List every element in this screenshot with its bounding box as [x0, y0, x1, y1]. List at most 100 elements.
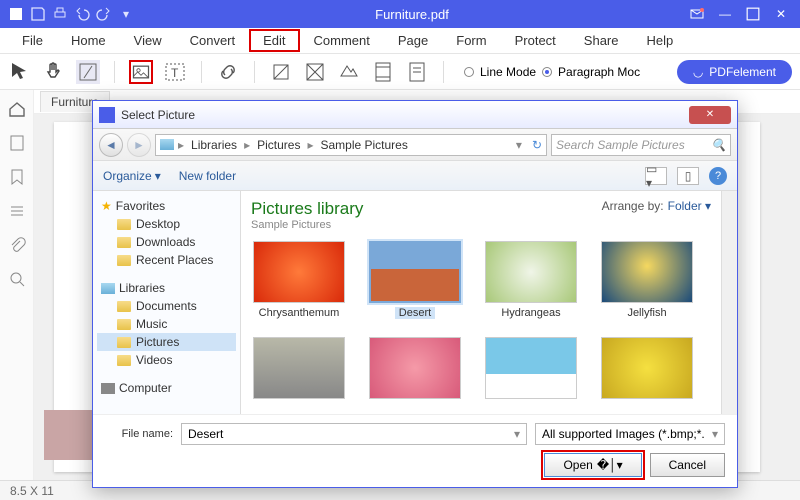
- preview-pane-button[interactable]: ▯: [677, 167, 699, 185]
- tree-favorites[interactable]: ★Favorites: [97, 197, 236, 215]
- close-icon[interactable]: ✕: [774, 7, 788, 21]
- thumb-jellyfish[interactable]: Jellyfish: [601, 241, 693, 319]
- menu-file[interactable]: File: [8, 29, 57, 52]
- tree-recent[interactable]: Recent Places: [97, 251, 236, 269]
- open-button[interactable]: Open�│▾: [544, 453, 641, 477]
- add-text-icon[interactable]: T: [163, 60, 187, 84]
- thumb-partial-1[interactable]: [253, 337, 345, 399]
- save-icon[interactable]: [30, 6, 46, 22]
- tree-pictures[interactable]: Pictures: [97, 333, 236, 351]
- menu-page[interactable]: Page: [384, 29, 442, 52]
- undo-icon[interactable]: [74, 6, 90, 22]
- dialog-icon: [99, 107, 115, 123]
- filename-label: File name:: [105, 428, 173, 440]
- dialog-close-button[interactable]: ✕: [689, 106, 731, 124]
- menu-help[interactable]: Help: [633, 29, 688, 52]
- dialog-toolbar: Organize ▾ New folder ▭ ▾ ▯ ?: [93, 161, 737, 191]
- menu-share[interactable]: Share: [570, 29, 633, 52]
- dialog-navbar: ◄ ► ▸ Libraries ▸ Pictures ▸ Sample Pict…: [93, 129, 737, 161]
- tree-computer[interactable]: Computer: [97, 379, 236, 397]
- tree-documents[interactable]: Documents: [97, 297, 236, 315]
- menu-home[interactable]: Home: [57, 29, 120, 52]
- redo-icon[interactable]: [96, 6, 112, 22]
- search-icon: 🔍: [711, 138, 726, 152]
- view-mode-button[interactable]: ▭ ▾: [645, 167, 667, 185]
- crop-icon[interactable]: [269, 60, 293, 84]
- tree-music[interactable]: Music: [97, 315, 236, 333]
- library-subtitle: Sample Pictures: [251, 219, 363, 231]
- logo-icon: [8, 6, 24, 22]
- search-input[interactable]: Search Sample Pictures 🔍: [551, 134, 731, 156]
- sidebar-rail: [0, 90, 34, 480]
- maximize-icon[interactable]: [746, 7, 760, 21]
- hand-icon[interactable]: [42, 60, 66, 84]
- thumbnails-icon[interactable]: [8, 134, 26, 152]
- select-picture-dialog: Select Picture ✕ ◄ ► ▸ Libraries ▸ Pictu…: [92, 100, 738, 488]
- new-folder-button[interactable]: New folder: [179, 169, 236, 183]
- line-mode-label: Line Mode: [480, 65, 536, 79]
- thumb-partial-2[interactable]: [369, 337, 461, 399]
- refresh-icon[interactable]: ↻: [532, 138, 542, 152]
- user-icon: ◡: [693, 65, 703, 79]
- thumb-desert[interactable]: Desert: [369, 241, 461, 319]
- tree-desktop[interactable]: Desktop: [97, 215, 236, 233]
- separator: [201, 61, 202, 83]
- arrange-by[interactable]: Arrange by: Folder ▾: [602, 199, 711, 213]
- edit-object-icon[interactable]: [76, 60, 100, 84]
- brand-button[interactable]: ◡ PDFelement: [677, 60, 792, 84]
- nav-back-button[interactable]: ◄: [99, 133, 123, 157]
- menu-convert[interactable]: Convert: [176, 29, 250, 52]
- svg-text:T: T: [171, 66, 179, 80]
- menu-comment[interactable]: Comment: [300, 29, 384, 52]
- separator: [443, 61, 444, 83]
- file-list: Pictures library Sample Pictures Arrange…: [241, 191, 721, 414]
- menu-form[interactable]: Form: [442, 29, 500, 52]
- paragraph-mode-radio[interactable]: [542, 67, 552, 77]
- crumb-pictures[interactable]: Pictures: [254, 138, 303, 152]
- thumb-partial-3[interactable]: [485, 337, 577, 399]
- edit-toolbar: T Line Mode Paragraph Moc ◡ PDFelement: [0, 54, 800, 90]
- thumb-partial-4[interactable]: [601, 337, 693, 399]
- add-image-icon[interactable]: [129, 60, 153, 84]
- document-title: Furniture.pdf: [134, 7, 690, 22]
- attachment-icon[interactable]: [8, 236, 26, 254]
- thumb-chrysanthemum[interactable]: Chrysanthemum: [253, 241, 345, 319]
- menu-edit[interactable]: Edit: [249, 29, 299, 52]
- mail-icon[interactable]: [690, 7, 704, 21]
- organize-button[interactable]: Organize ▾: [103, 169, 161, 183]
- search-icon[interactable]: [8, 270, 26, 288]
- scrollbar[interactable]: [721, 191, 737, 414]
- menubar: File Home View Convert Edit Comment Page…: [0, 28, 800, 54]
- menu-view[interactable]: View: [120, 29, 176, 52]
- library-icon: [160, 139, 174, 150]
- breadcrumb[interactable]: ▸ Libraries ▸ Pictures ▸ Sample Pictures…: [155, 134, 547, 156]
- library-title: Pictures library: [251, 199, 363, 219]
- filename-input[interactable]: Desert▾: [181, 423, 527, 445]
- home-icon[interactable]: [8, 100, 26, 118]
- watermark-icon[interactable]: [303, 60, 327, 84]
- bookmark-icon[interactable]: [8, 168, 26, 186]
- line-mode-radio[interactable]: [464, 67, 474, 77]
- tree-videos[interactable]: Videos: [97, 351, 236, 369]
- crumb-libraries[interactable]: Libraries: [188, 138, 240, 152]
- background-icon[interactable]: [337, 60, 361, 84]
- header-footer-icon[interactable]: [371, 60, 395, 84]
- crumb-sample[interactable]: Sample Pictures: [317, 138, 410, 152]
- chevron-down-icon[interactable]: ▾: [118, 6, 134, 22]
- dialog-titlebar: Select Picture ✕: [93, 101, 737, 129]
- help-icon[interactable]: ?: [709, 167, 727, 185]
- minimize-icon[interactable]: —: [718, 7, 732, 21]
- cancel-button[interactable]: Cancel: [650, 453, 725, 477]
- filetype-filter[interactable]: All supported Images (*.bmp;*.▾: [535, 423, 725, 445]
- nav-forward-button[interactable]: ►: [127, 133, 151, 157]
- page-dimensions: 8.5 X 11: [10, 484, 54, 498]
- menu-protect[interactable]: Protect: [501, 29, 570, 52]
- layers-icon[interactable]: [8, 202, 26, 220]
- tree-libraries[interactable]: Libraries: [97, 279, 236, 297]
- select-icon[interactable]: [8, 60, 32, 84]
- tree-downloads[interactable]: Downloads: [97, 233, 236, 251]
- thumb-hydrangeas[interactable]: Hydrangeas: [485, 241, 577, 319]
- link-icon[interactable]: [216, 60, 240, 84]
- print-icon[interactable]: [52, 6, 68, 22]
- bates-icon[interactable]: [405, 60, 429, 84]
